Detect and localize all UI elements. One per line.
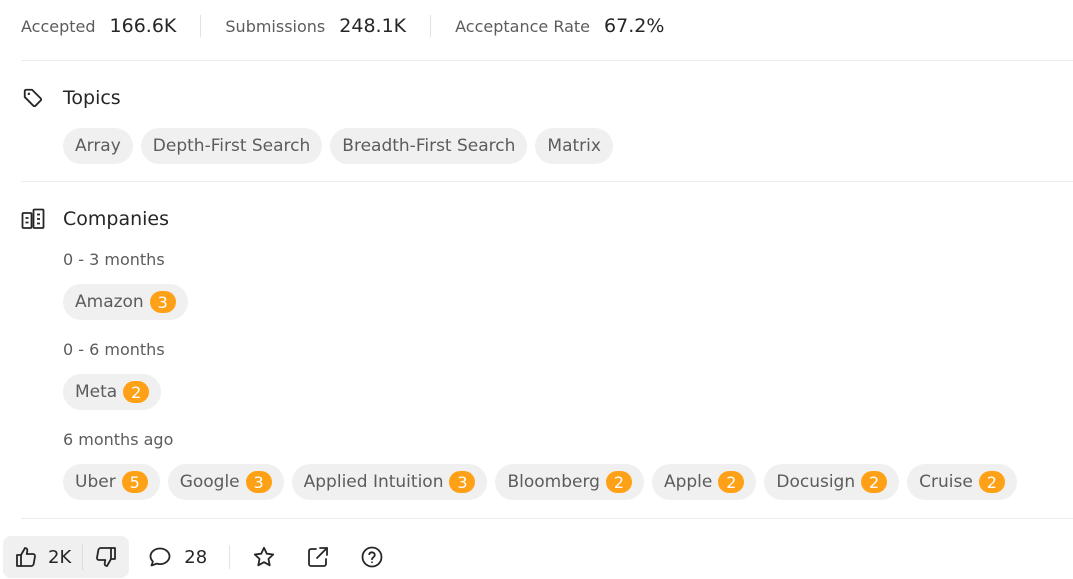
company-name: Google [179,472,240,492]
stat-label: Acceptance Rate [455,17,591,36]
topic-tag-matrix[interactable]: Matrix [535,128,613,164]
tag-icon [21,86,45,110]
company-name: Bloomberg [507,472,600,492]
action-divider [229,545,231,569]
like-count: 2K [48,546,72,568]
company-name: Apple [663,472,713,492]
stat-submissions: Submissions 248.1K [225,15,406,37]
stat-value: 67.2% [604,15,665,37]
company-tag-google[interactable]: Google 3 [167,464,284,500]
companies-title: Companies [63,208,170,230]
count-badge: 2 [605,471,632,493]
help-button[interactable] [360,545,384,569]
comment-count: 28 [184,546,208,568]
company-tag-cruise[interactable]: Cruise 2 [907,464,1017,500]
period-label: 6 months ago [63,430,174,449]
topic-tag-breadth-first-search[interactable]: Breadth-First Search [330,128,528,164]
vote-group: 2K [3,536,130,578]
favorite-button[interactable] [252,545,276,569]
stat-accepted: Accepted 166.6K [21,15,176,37]
like-button[interactable]: 2K [3,536,82,578]
stat-divider [200,15,202,37]
count-badge: 2 [861,471,888,493]
stat-value: 248.1K [339,15,407,37]
topic-tags: Array Depth-First Search Breadth-First S… [63,128,621,164]
period-label: 0 - 6 months [63,340,165,359]
help-icon [360,545,384,569]
company-tags: Uber 5 Google 3 Applied Intuition 3 Bloo… [63,464,1025,500]
company-tag-docusign[interactable]: Docusign 2 [764,464,900,500]
stat-divider [430,15,432,37]
company-tag-uber[interactable]: Uber 5 [63,464,160,500]
section-divider [21,60,1073,61]
company-name: Applied Intuition [303,472,444,492]
stats-row: Accepted 166.6K Submissions 248.1K Accep… [21,13,664,39]
stat-label: Submissions [225,17,326,36]
count-badge: 2 [123,381,150,403]
company-name: Amazon [75,292,144,312]
star-icon [252,545,276,569]
company-tag-bloomberg[interactable]: Bloomberg 2 [495,464,644,500]
count-badge: 5 [121,471,148,493]
count-badge: 2 [718,471,745,493]
count-badge: 3 [245,471,272,493]
company-name: Uber [75,472,116,492]
building-icon [21,207,45,231]
companies-header[interactable]: Companies [21,207,169,231]
company-tag-applied-intuition[interactable]: Applied Intuition 3 [291,464,488,500]
topics-title: Topics [63,87,121,109]
count-badge: 2 [978,471,1005,493]
period-label: 0 - 3 months [63,250,165,269]
topic-tag-depth-first-search[interactable]: Depth-First Search [140,128,323,164]
company-tags: Meta 2 [63,374,169,410]
company-tag-meta[interactable]: Meta 2 [63,374,162,410]
stat-label: Accepted [21,17,96,36]
share-button[interactable] [306,545,330,569]
company-name: Cruise [919,472,973,492]
topics-header[interactable]: Topics [21,86,121,110]
action-bar: 2K 28 [3,536,384,578]
share-icon [306,545,330,569]
comments-button[interactable]: 28 [148,546,207,568]
section-divider [21,518,1073,519]
dislike-button[interactable] [83,536,129,578]
topic-tag-array[interactable]: Array [63,128,133,164]
company-tag-amazon[interactable]: Amazon 3 [63,284,188,320]
section-divider [21,181,1073,182]
comment-icon [148,546,172,568]
company-name: Docusign [776,472,856,492]
count-badge: 3 [149,291,176,313]
company-tag-apple[interactable]: Apple 2 [651,464,757,500]
count-badge: 3 [449,471,476,493]
company-tags: Amazon 3 [63,284,196,320]
thumbs-up-icon [14,545,38,569]
stat-value: 166.6K [109,15,177,37]
company-name: Meta [75,382,118,402]
thumbs-down-icon [94,545,118,569]
stat-acceptance-rate: Acceptance Rate 67.2% [455,15,664,37]
